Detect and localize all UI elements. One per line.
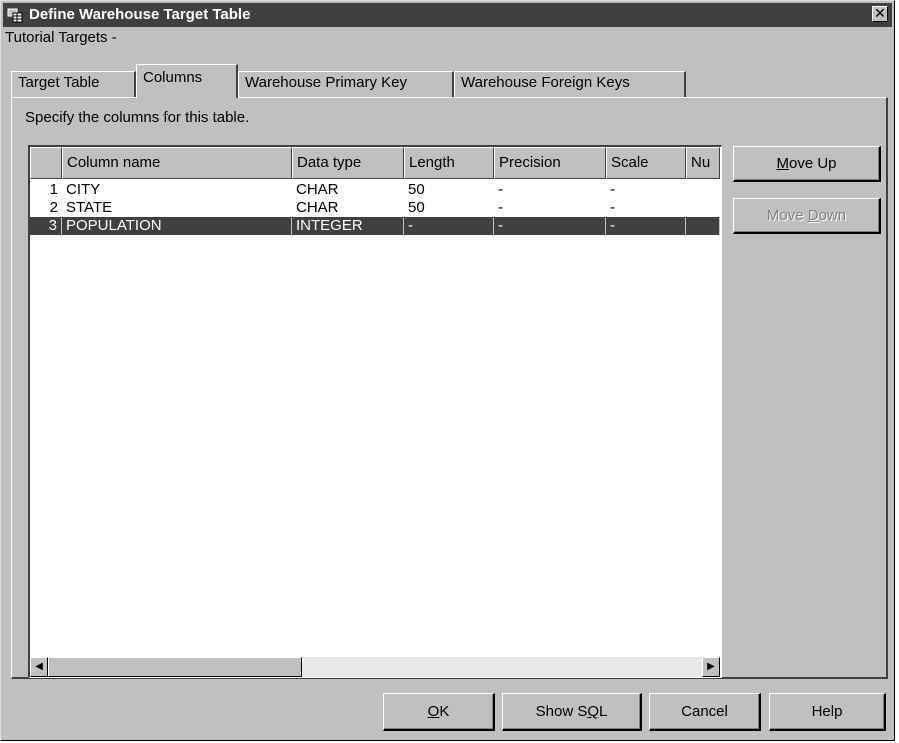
title-bar[interactable]: Define Warehouse Target Table ✕ <box>3 3 892 27</box>
tab-label: Warehouse Primary Key <box>245 74 407 91</box>
row-number: 1 <box>49 181 58 198</box>
dialog-window: Define Warehouse Target Table ✕ Tutorial… <box>0 0 895 741</box>
ok-button[interactable]: OK <box>383 693 495 731</box>
button-label: Help <box>811 703 843 720</box>
row-number: 3 <box>30 217 62 235</box>
move-down-button[interactable]: Move Down <box>733 198 881 234</box>
columns-table[interactable]: Column name Data type Length Precision S… <box>28 145 722 678</box>
header-column-name[interactable]: Column name <box>62 147 292 179</box>
move-up-button[interactable]: Move Up <box>733 146 881 182</box>
button-label: L <box>599 703 608 720</box>
table-header: Column name Data type Length Precision S… <box>30 147 720 179</box>
help-button[interactable]: Help <box>769 693 886 731</box>
arrow-right-icon: ▶ <box>707 661 715 672</box>
button-mnemonic: M <box>776 155 789 172</box>
header-scale[interactable]: Scale <box>606 147 686 179</box>
cell-data-type: INTEGER <box>292 217 404 235</box>
scroll-left-button[interactable]: ◀ <box>30 657 48 677</box>
table-row-selected[interactable]: 3 POPULATION INTEGER - - - <box>30 217 720 235</box>
button-mnemonic: O <box>427 703 440 720</box>
cell-nullable <box>686 199 720 217</box>
tab-label: Columns <box>143 69 203 86</box>
button-label: K <box>439 703 450 720</box>
tab-label: Warehouse Foreign Keys <box>461 74 630 91</box>
button-mnemonic: D <box>807 207 819 224</box>
warehouse-table-icon <box>7 8 23 23</box>
scroll-right-button[interactable]: ▶ <box>702 657 720 677</box>
cell-scale: - <box>610 181 615 198</box>
window-subtitle: Tutorial Targets - <box>5 29 117 46</box>
button-mnemonic: Q <box>587 703 600 720</box>
cell-nullable <box>686 181 720 199</box>
cell-precision: - <box>494 217 606 235</box>
header-nullable[interactable]: Nu <box>686 147 720 179</box>
cell-length: - <box>404 217 494 235</box>
cell-column-name: CITY <box>66 181 101 198</box>
header-data-type[interactable]: Data type <box>292 147 404 179</box>
tab-target-table[interactable]: Target Table <box>11 71 136 97</box>
button-label: Cancel <box>681 703 728 720</box>
cancel-button[interactable]: Cancel <box>649 693 761 731</box>
button-label: ove Up <box>788 155 837 172</box>
cell-length: 50 <box>408 199 425 216</box>
cell-nullable <box>686 217 720 235</box>
cell-column-name: POPULATION <box>62 217 292 235</box>
header-precision[interactable]: Precision <box>494 147 606 179</box>
cell-scale: - <box>606 217 686 235</box>
instructions-text: Specify the columns for this table. <box>25 109 250 126</box>
button-label: own <box>818 207 847 224</box>
cell-scale: - <box>610 199 615 216</box>
cell-data-type: CHAR <box>296 199 339 216</box>
tab-warehouse-primary-key[interactable]: Warehouse Primary Key <box>238 71 454 97</box>
window-title: Define Warehouse Target Table <box>29 6 251 23</box>
tab-warehouse-foreign-keys[interactable]: Warehouse Foreign Keys <box>454 71 686 97</box>
cell-length: 50 <box>408 181 425 198</box>
scrollbar-thumb[interactable] <box>48 657 302 677</box>
close-icon: ✕ <box>874 5 886 21</box>
header-length[interactable]: Length <box>404 147 494 179</box>
header-row-number[interactable] <box>30 147 62 179</box>
tab-columns[interactable]: Columns <box>136 64 238 98</box>
table-row[interactable]: 1 CITY CHAR 50 - - <box>30 181 720 199</box>
table-row[interactable]: 2 STATE CHAR 50 - - <box>30 199 720 217</box>
button-label: Show S <box>535 703 588 720</box>
cell-data-type: CHAR <box>296 181 339 198</box>
horizontal-scrollbar[interactable]: ◀ ▶ <box>30 657 720 677</box>
row-number: 2 <box>49 199 58 216</box>
close-button[interactable]: ✕ <box>872 6 888 22</box>
cell-precision: - <box>498 199 503 216</box>
tab-label: Target Table <box>18 74 100 91</box>
show-sql-button[interactable]: Show SQL <box>502 693 642 731</box>
cell-precision: - <box>498 181 503 198</box>
cell-column-name: STATE <box>66 199 113 216</box>
arrow-left-icon: ◀ <box>35 661 43 672</box>
button-label: Move <box>766 207 808 224</box>
